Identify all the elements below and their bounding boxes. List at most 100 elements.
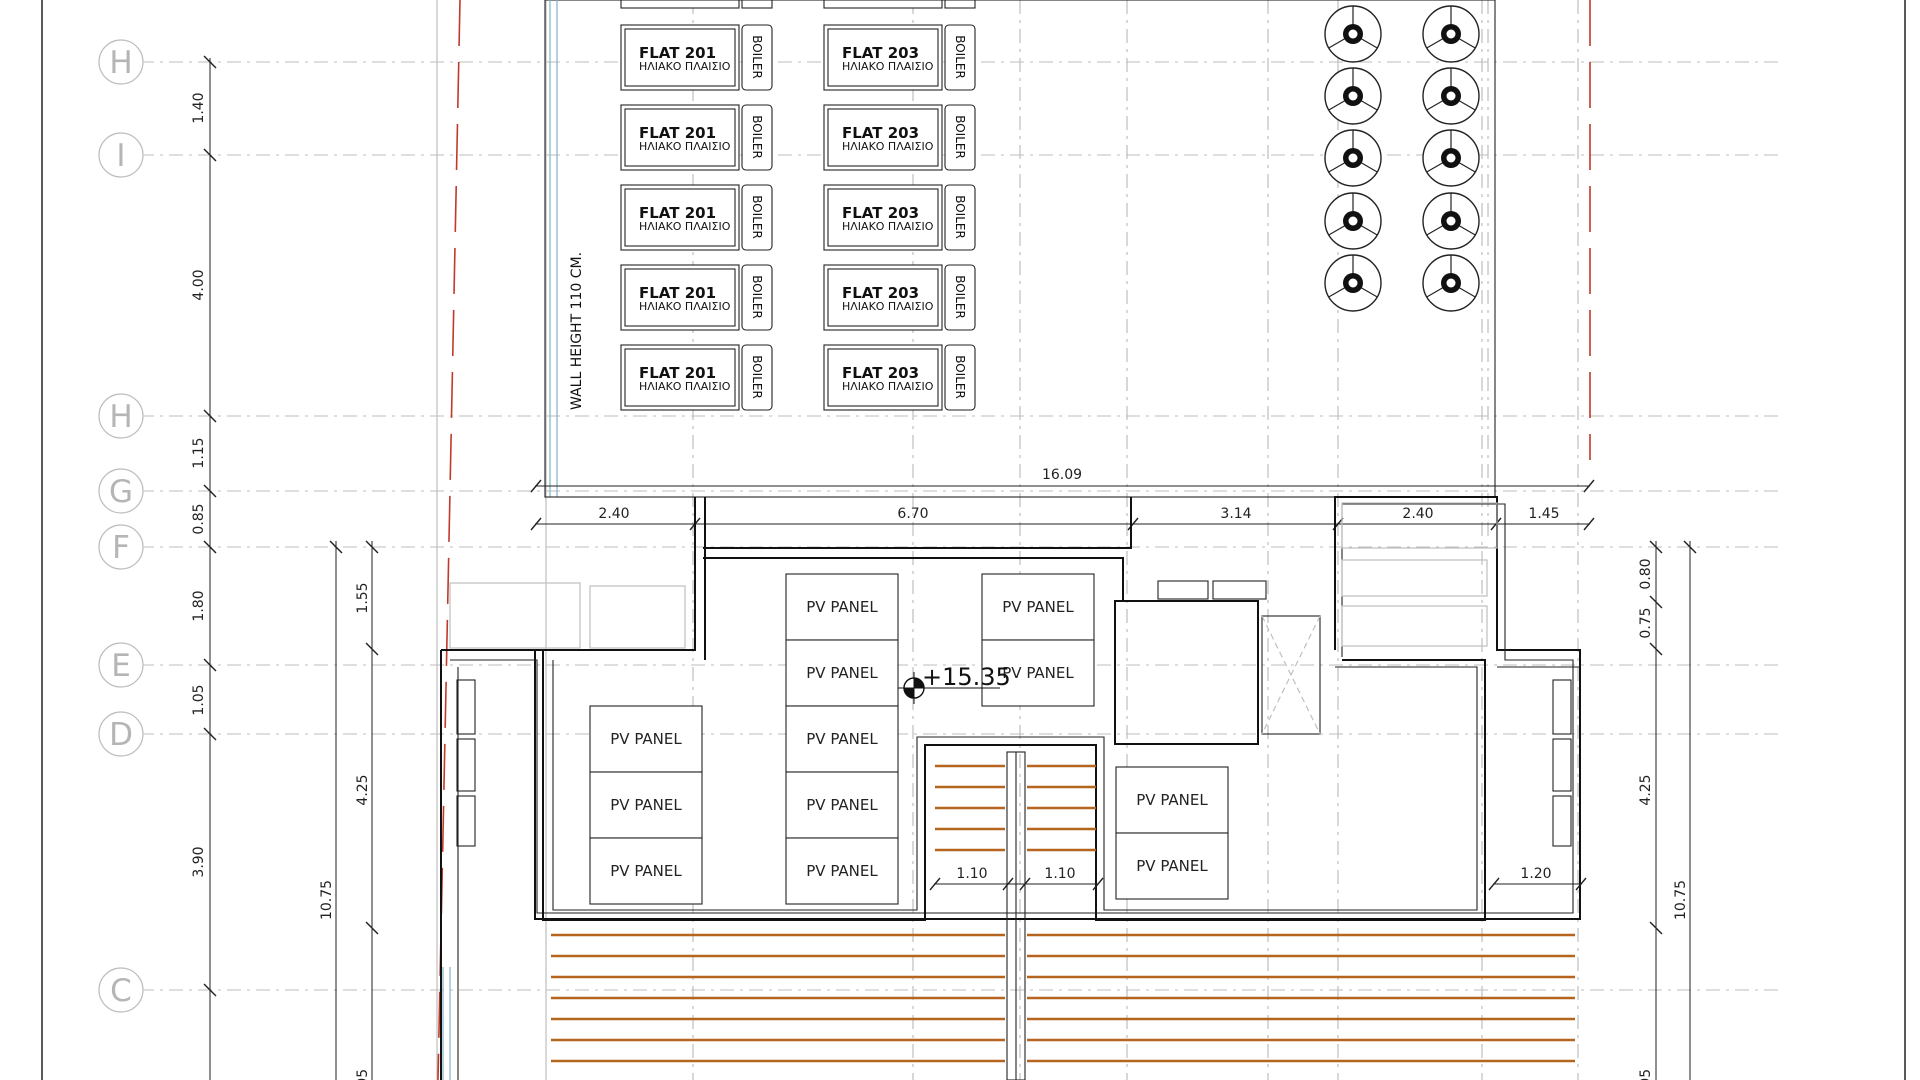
water-tank-room [1114,580,1321,745]
svg-text:PV PANEL: PV PANEL [1136,857,1208,875]
svg-text:BOILER: BOILER [953,195,967,239]
roof-plan-drawing: H I H G F E D C 1.40 4.00 1.15 0.85 1.80… [41,0,1906,1080]
svg-text:G: G [109,474,133,510]
grid-bubble-e: E [98,642,144,688]
solar-frame-201-row2: FLAT 201 ΗΛΙΑΚΟ ΠΛΑΙΣΙΟ BOILER [620,104,773,171]
svg-text:BOILER: BOILER [953,35,967,79]
solar-frame-203-row1: FLAT 203 ΗΛΙΑΚΟ ΠΛΑΙΣΙΟ BOILER [823,24,976,91]
dim-4-25-right: 4.25 [1638,774,1654,805]
svg-text:PV PANEL: PV PANEL [806,862,878,880]
svg-text:PV PANEL: PV PANEL [610,730,682,748]
ventilation-fan-array [1324,5,1480,312]
dim-0-85: 0.85 [191,503,207,534]
grid-bubble-f: F [98,524,144,570]
dim-stair-1-10-a: 1.10 [956,866,987,882]
svg-text:ΗΛΙΑΚΟ ΠΛΑΙΣΙΟ: ΗΛΙΑΚΟ ΠΛΑΙΣΙΟ [639,140,731,153]
left-dimension-chain: 1.40 4.00 1.15 0.85 1.80 1.05 3.90 [191,55,217,1080]
fan-icon [1324,192,1382,250]
dim-4-00: 4.00 [191,269,207,300]
fan-icon [1324,5,1382,63]
solar-frame-203-row3: FLAT 203 ΗΛΙΑΚΟ ΠΛΑΙΣΙΟ BOILER [823,184,976,251]
dim-stair-1-10-b: 1.10 [1044,866,1075,882]
dim-2-40-b: 2.40 [1402,506,1433,522]
dim-4-25-left: 4.25 [355,774,371,805]
svg-text:PV PANEL: PV PANEL [806,664,878,682]
solar-frames-flat-201: FLAT 201 ΗΛΙΑΚΟ ΠΛΑΙΣΙΟ BOILER FLAT 201 … [620,0,773,411]
svg-text:D: D [109,717,133,753]
dim-3-90: 3.90 [191,846,207,877]
top-dimension-row: 16.09 2.40 6.70 3.14 2.40 1.45 [530,467,1595,531]
dim-2-40-a: 2.40 [598,506,629,522]
svg-text:PV PANEL: PV PANEL [610,862,682,880]
svg-text:BOILER: BOILER [750,275,764,319]
stair-dimensions: 1.10 1.10 1.20 [929,866,1587,891]
dim-1-80: 1.80 [191,590,207,621]
svg-text:PV PANEL: PV PANEL [1002,664,1074,682]
dim-1-05: 1.05 [191,684,207,715]
grid-bubble-g: G [98,468,144,514]
dim-6-70: 6.70 [897,506,928,522]
solar-frame-201-row5: FLAT 201 ΗΛΙΑΚΟ ΠΛΑΙΣΙΟ BOILER [620,344,773,411]
svg-text:ΗΛΙΑΚΟ ΠΛΑΙΣΙΟ: ΗΛΙΑΚΟ ΠΛΑΙΣΙΟ [842,380,934,393]
pv-panels-left: PV PANEL PV PANEL PV PANEL [589,705,703,905]
svg-text:ΗΛΙΑΚΟ ΠΛΑΙΣΙΟ: ΗΛΙΑΚΟ ΠΛΑΙΣΙΟ [639,220,731,233]
grid-bubble-d: D [98,711,144,757]
svg-text:ΗΛΙΑΚΟ ΠΛΑΙΣΙΟ: ΗΛΙΑΚΟ ΠΛΑΙΣΙΟ [639,60,731,73]
svg-text:BOILER: BOILER [750,195,764,239]
solar-frames-flat-203: FLAT 203 ΗΛΙΑΚΟ ΠΛΑΙΣΙΟ BOILER FLAT 203 … [823,0,976,411]
pv-panels-middle: PV PANEL PV PANEL PV PANEL PV PANEL PV P… [785,573,899,905]
svg-text:ΗΛΙΑΚΟ ΠΛΑΙΣΙΟ: ΗΛΙΑΚΟ ΠΛΑΙΣΙΟ [639,380,731,393]
dim-0-75-right: 0.75 [1638,607,1654,638]
fan-icon [1422,5,1480,63]
svg-text:BOILER: BOILER [953,355,967,399]
dim-1-40: 1.40 [191,92,207,123]
fan-icon [1422,254,1480,312]
fan-icon [1324,129,1382,187]
dim-10-75-right: 10.75 [1673,880,1689,920]
dim-10-75-left: 10.75 [319,880,335,920]
svg-text:BOILER: BOILER [953,275,967,319]
svg-text:C: C [110,973,132,1009]
svg-text:PV PANEL: PV PANEL [1002,598,1074,616]
solar-frame-203-row4: FLAT 203 ΗΛΙΑΚΟ ΠΛΑΙΣΙΟ BOILER [823,264,976,331]
svg-text:ΗΛΙΑΚΟ ΠΛΑΙΣΙΟ: ΗΛΙΑΚΟ ΠΛΑΙΣΙΟ [842,300,934,313]
svg-text:ΗΛΙΑΚΟ ΠΛΑΙΣΙΟ: ΗΛΙΑΚΟ ΠΛΑΙΣΙΟ [842,60,934,73]
grid-bubble-i: I [98,132,144,178]
svg-text:ΗΛΙΑΚΟ ΠΛΑΙΣΙΟ: ΗΛΙΑΚΟ ΠΛΑΙΣΙΟ [842,220,934,233]
svg-text:BOILER: BOILER [750,115,764,159]
svg-text:PV PANEL: PV PANEL [806,730,878,748]
wall-height-note: WALL HEIGHT 110 CM. [569,252,585,410]
dim-16-09: 16.09 [1042,467,1082,483]
svg-text:ΗΛΙΑΚΟ ΠΛΑΙΣΙΟ: ΗΛΙΑΚΟ ΠΛΑΙΣΙΟ [639,300,731,313]
fan-icon [1422,192,1480,250]
grid-bubble-h-bottom: H [98,393,144,439]
staircase [551,751,1575,1080]
solar-frame-201-row1: FLAT 201 ΗΛΙΑΚΟ ΠΛΑΙΣΙΟ BOILER [620,24,773,91]
svg-text:BOILER: BOILER [953,115,967,159]
solar-frame-201-row3: FLAT 201 ΗΛΙΑΚΟ ΠΛΑΙΣΙΟ BOILER [620,184,773,251]
svg-text:BOILER: BOILER [750,35,764,79]
grid-bubble-c: C [98,967,144,1013]
svg-text:PV PANEL: PV PANEL [610,796,682,814]
grid-bubble-h-top: H [98,39,144,85]
dim-0-95-left: .95 [355,1069,371,1080]
svg-text:+15.35: +15.35 [922,663,1011,691]
solar-frame-201-row0 [620,0,773,9]
fan-icon [1324,67,1382,125]
pv-panels-right: PV PANEL PV PANEL [1115,766,1229,900]
dim-1-45: 1.45 [1528,506,1559,522]
right-dimension-chain: 0.80 0.75 4.25 .95 10.75 [1638,540,1697,1080]
svg-text:BOILER: BOILER [750,355,764,399]
dim-1-55: 1.55 [355,582,371,613]
svg-text:F: F [112,530,130,566]
svg-text:PV PANEL: PV PANEL [806,598,878,616]
svg-text:PV PANEL: PV PANEL [1136,791,1208,809]
solar-frame-201-row4: FLAT 201 ΗΛΙΑΚΟ ΠΛΑΙΣΙΟ BOILER [620,264,773,331]
dim-stair-1-20: 1.20 [1520,866,1551,882]
svg-text:H: H [109,45,132,81]
solar-frame-203-row2: FLAT 203 ΗΛΙΑΚΟ ΠΛΑΙΣΙΟ BOILER [823,104,976,171]
fan-icon [1324,254,1382,312]
dim-0-95-right: .95 [1638,1069,1654,1080]
svg-text:H: H [109,399,132,435]
dim-1-15: 1.15 [191,437,207,468]
